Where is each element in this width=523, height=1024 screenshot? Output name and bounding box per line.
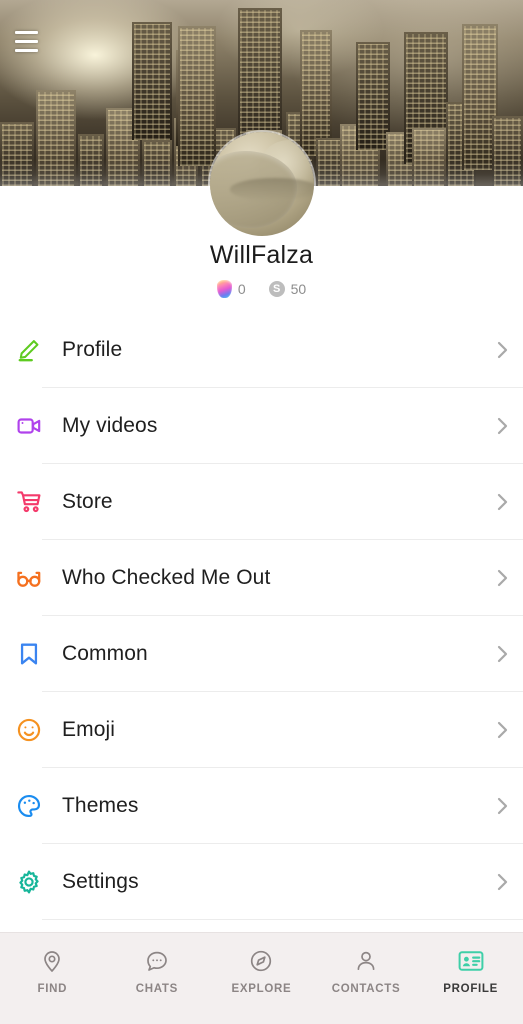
chevron-right-icon[interactable] (495, 415, 509, 437)
hamburger-menu-icon[interactable] (15, 31, 38, 52)
bookmark-icon (14, 639, 44, 669)
stat-gems[interactable]: 0 (216, 280, 246, 298)
chevron-right-icon[interactable] (495, 795, 509, 817)
nav-item-label: CONTACTS (331, 983, 401, 995)
settings-menu-list: Profile My videos Store Who Checked Me O… (0, 312, 523, 932)
menu-item-label: My videos (62, 414, 158, 437)
profile-stats: 0 S 50 (0, 280, 523, 298)
chevron-right-icon[interactable] (495, 567, 509, 589)
nav-item-profile[interactable]: PROFILE (418, 948, 523, 995)
stat-coins[interactable]: S 50 (268, 281, 307, 297)
chevron-right-icon[interactable] (495, 491, 509, 513)
shopping-cart-icon (14, 487, 44, 517)
menu-item-profile[interactable]: Profile (0, 312, 523, 388)
bottom-navigation-bar: FIND CHATS EXPLORE CONTACTS PROFILE (0, 932, 523, 1024)
chat-bubble-icon (144, 948, 170, 974)
gem-icon (216, 280, 232, 298)
menu-item-label: Emoji (62, 718, 116, 741)
avatar[interactable] (209, 132, 314, 236)
compass-icon (248, 948, 274, 974)
video-camera-icon (14, 411, 44, 441)
app-root: WillFalza 0 S 50 Profile My videos Store… (0, 0, 523, 1024)
location-pin-icon (39, 948, 65, 974)
paint-palette-icon (14, 791, 44, 821)
profile-summary: WillFalza 0 S 50 (0, 132, 523, 312)
chevron-right-icon[interactable] (495, 871, 509, 893)
menu-item-emoji[interactable]: Emoji (0, 692, 523, 768)
menu-item-label: Settings (62, 870, 139, 893)
menu-item-label: Store (62, 490, 113, 513)
nav-item-find[interactable]: FIND (0, 948, 105, 995)
chevron-right-icon[interactable] (495, 643, 509, 665)
menu-item-store[interactable]: Store (0, 464, 523, 540)
smiley-face-icon (14, 715, 44, 745)
menu-item-my-videos[interactable]: My videos (0, 388, 523, 464)
coin-count: 50 (290, 281, 307, 297)
nav-item-label: PROFILE (443, 983, 499, 995)
menu-item-common[interactable]: Common (0, 616, 523, 692)
menu-item-label: Profile (62, 338, 123, 361)
nav-item-label: EXPLORE (231, 983, 292, 995)
pencil-edit-icon (14, 335, 44, 365)
nav-item-explore[interactable]: EXPLORE (209, 948, 314, 995)
eyeglasses-icon (14, 563, 44, 593)
nav-item-label: CHATS (135, 983, 179, 995)
id-card-icon (458, 948, 484, 974)
gear-icon (14, 867, 44, 897)
menu-item-label: Who Checked Me Out (62, 566, 271, 589)
nav-item-contacts[interactable]: CONTACTS (314, 948, 419, 995)
chevron-right-icon[interactable] (495, 719, 509, 741)
gem-count: 0 (237, 281, 246, 297)
menu-item-settings[interactable]: Settings (0, 844, 523, 920)
nav-item-label: FIND (37, 983, 68, 995)
page-title-username: WillFalza (209, 241, 314, 269)
nav-item-chats[interactable]: CHATS (105, 948, 210, 995)
chevron-right-icon[interactable] (495, 339, 509, 361)
menu-item-label: Themes (62, 794, 139, 817)
menu-item-label: Common (62, 642, 148, 665)
person-icon (353, 948, 379, 974)
coin-icon: S (268, 281, 285, 297)
menu-item-who-checked-me-out[interactable]: Who Checked Me Out (0, 540, 523, 616)
menu-item-themes[interactable]: Themes (0, 768, 523, 844)
